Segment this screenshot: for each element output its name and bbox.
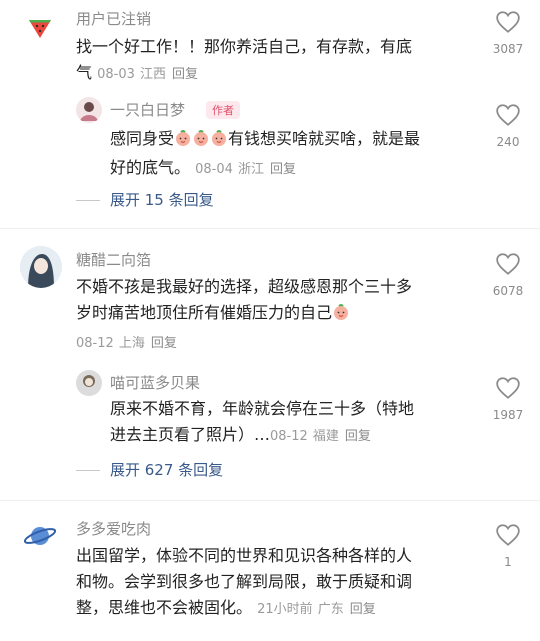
reply-text: 感同身受 有钱想买啥就买啥，就是最 好的底气。 08-04 浙江 回复 [110, 126, 480, 183]
heart-outline-icon [496, 253, 520, 275]
like-button[interactable]: 6078 [483, 252, 533, 298]
comment-text-line: 气 08-03 江西 回复 [76, 63, 199, 82]
expand-divider [76, 200, 100, 201]
like-button[interactable]: 1 [483, 523, 533, 569]
reply-button[interactable]: 回复 [345, 429, 371, 444]
like-count: 240 [496, 135, 520, 149]
comment-time: 08-12 [76, 336, 114, 351]
reply-button[interactable]: 回复 [172, 67, 198, 82]
comment-username[interactable]: 多多爱吃肉 [76, 518, 151, 539]
reply-text-line: 好的底气。 08-04 浙江 回复 [110, 158, 297, 177]
reply-text: 原来不婚不育，年龄就会停在三十多（特地 进去主页看了照片）…08-12 福建 回复 [110, 396, 480, 450]
author-badge: 作者 [206, 101, 240, 119]
expand-replies-button[interactable]: 展开 627 条回复 [110, 459, 223, 480]
comment-text-line: 整，思维也不会被固化。 21小时前 广东 回复 [76, 598, 376, 617]
comment-location: 广东 [317, 602, 344, 617]
peach-emoji-icon [332, 303, 350, 329]
reply-time: 08-12 [270, 429, 308, 444]
peach-emoji-icon [174, 129, 192, 155]
comment-text-line: 不婚不孩是我最好的选择，超级感恩那个三十多 [76, 277, 413, 296]
comment-text: 找一个好工作！！那你养活自己，有存款，有底 气 08-03 江西 回复 [76, 34, 476, 88]
reply-username[interactable]: 喵可蓝多贝果 [110, 372, 200, 393]
comment-username[interactable]: 糖醋二向箔 [76, 249, 151, 270]
reply-time: 08-04 [195, 162, 233, 177]
avatar[interactable] [76, 97, 102, 123]
user-avatar-icon [83, 375, 95, 387]
reply-location: 福建 [312, 429, 339, 444]
like-count: 1 [504, 555, 512, 569]
reply-text-line: 进去主页看了照片）…08-12 福建 回复 [110, 425, 371, 444]
like-button[interactable]: 3087 [483, 10, 533, 56]
like-count: 6078 [492, 284, 524, 298]
heart-outline-icon [496, 377, 520, 399]
comment-username[interactable]: 用户已注销 [76, 8, 151, 29]
avatar[interactable] [76, 370, 102, 396]
reply-text-line: 原来不婚不育，年龄就会停在三十多（特地 [110, 399, 415, 418]
comment-text-line: 岁时痛苦地顶住所有催婚压力的自己 [76, 300, 476, 329]
comment-text-line: 和物。会学到很多也了解到局限，敢于质疑和调 [76, 572, 413, 591]
comment-location: 江西 [139, 67, 166, 82]
comment-time: 21小时前 [257, 602, 313, 617]
reply-text-line: 感同身受 有钱想买啥就买啥，就是最 [110, 126, 480, 155]
comment-location: 上海 [118, 336, 145, 351]
user-avatar-icon [80, 102, 98, 121]
like-count: 1987 [492, 408, 524, 422]
expand-replies-button[interactable]: 展开 15 条回复 [110, 189, 214, 210]
comment-meta: 08-12 上海 回复 [76, 329, 476, 357]
like-button[interactable]: 1987 [483, 376, 533, 422]
comment-divider [0, 228, 540, 229]
avatar[interactable] [22, 8, 58, 44]
heart-outline-icon [496, 11, 520, 33]
reply-location: 浙江 [237, 162, 264, 177]
comment-text-line: 出国留学，体验不同的世界和见识各种各样的人 [76, 546, 413, 565]
comment-text: 出国留学，体验不同的世界和见识各种各样的人 和物。会学到很多也了解到局限，敢于质… [76, 543, 476, 623]
reply-button[interactable]: 回复 [151, 336, 177, 351]
heart-outline-icon [496, 104, 520, 126]
reply-button[interactable]: 回复 [270, 162, 296, 177]
comment-text-line: 找一个好工作！！那你养活自己，有存款，有底 [76, 37, 413, 56]
avatar[interactable] [20, 246, 62, 288]
like-count: 3087 [492, 42, 524, 56]
comment-divider [0, 500, 540, 501]
watermelon-avatar-icon [22, 8, 58, 44]
avatar[interactable] [22, 518, 58, 554]
reply-button[interactable]: 回复 [350, 602, 376, 617]
peach-emoji-icon [192, 129, 210, 155]
user-avatar-icon [20, 246, 62, 288]
comment-text: 不婚不孩是我最好的选择，超级感恩那个三十多 岁时痛苦地顶住所有催婚压力的自己 0… [76, 274, 476, 357]
reply-username[interactable]: 一只白日梦 [110, 99, 185, 120]
comment-time: 08-03 [97, 67, 135, 82]
peach-emoji-icon [210, 129, 228, 155]
heart-outline-icon [496, 524, 520, 546]
like-button[interactable]: 240 [483, 103, 533, 149]
planet-avatar-icon [22, 518, 58, 554]
expand-divider [76, 470, 100, 471]
